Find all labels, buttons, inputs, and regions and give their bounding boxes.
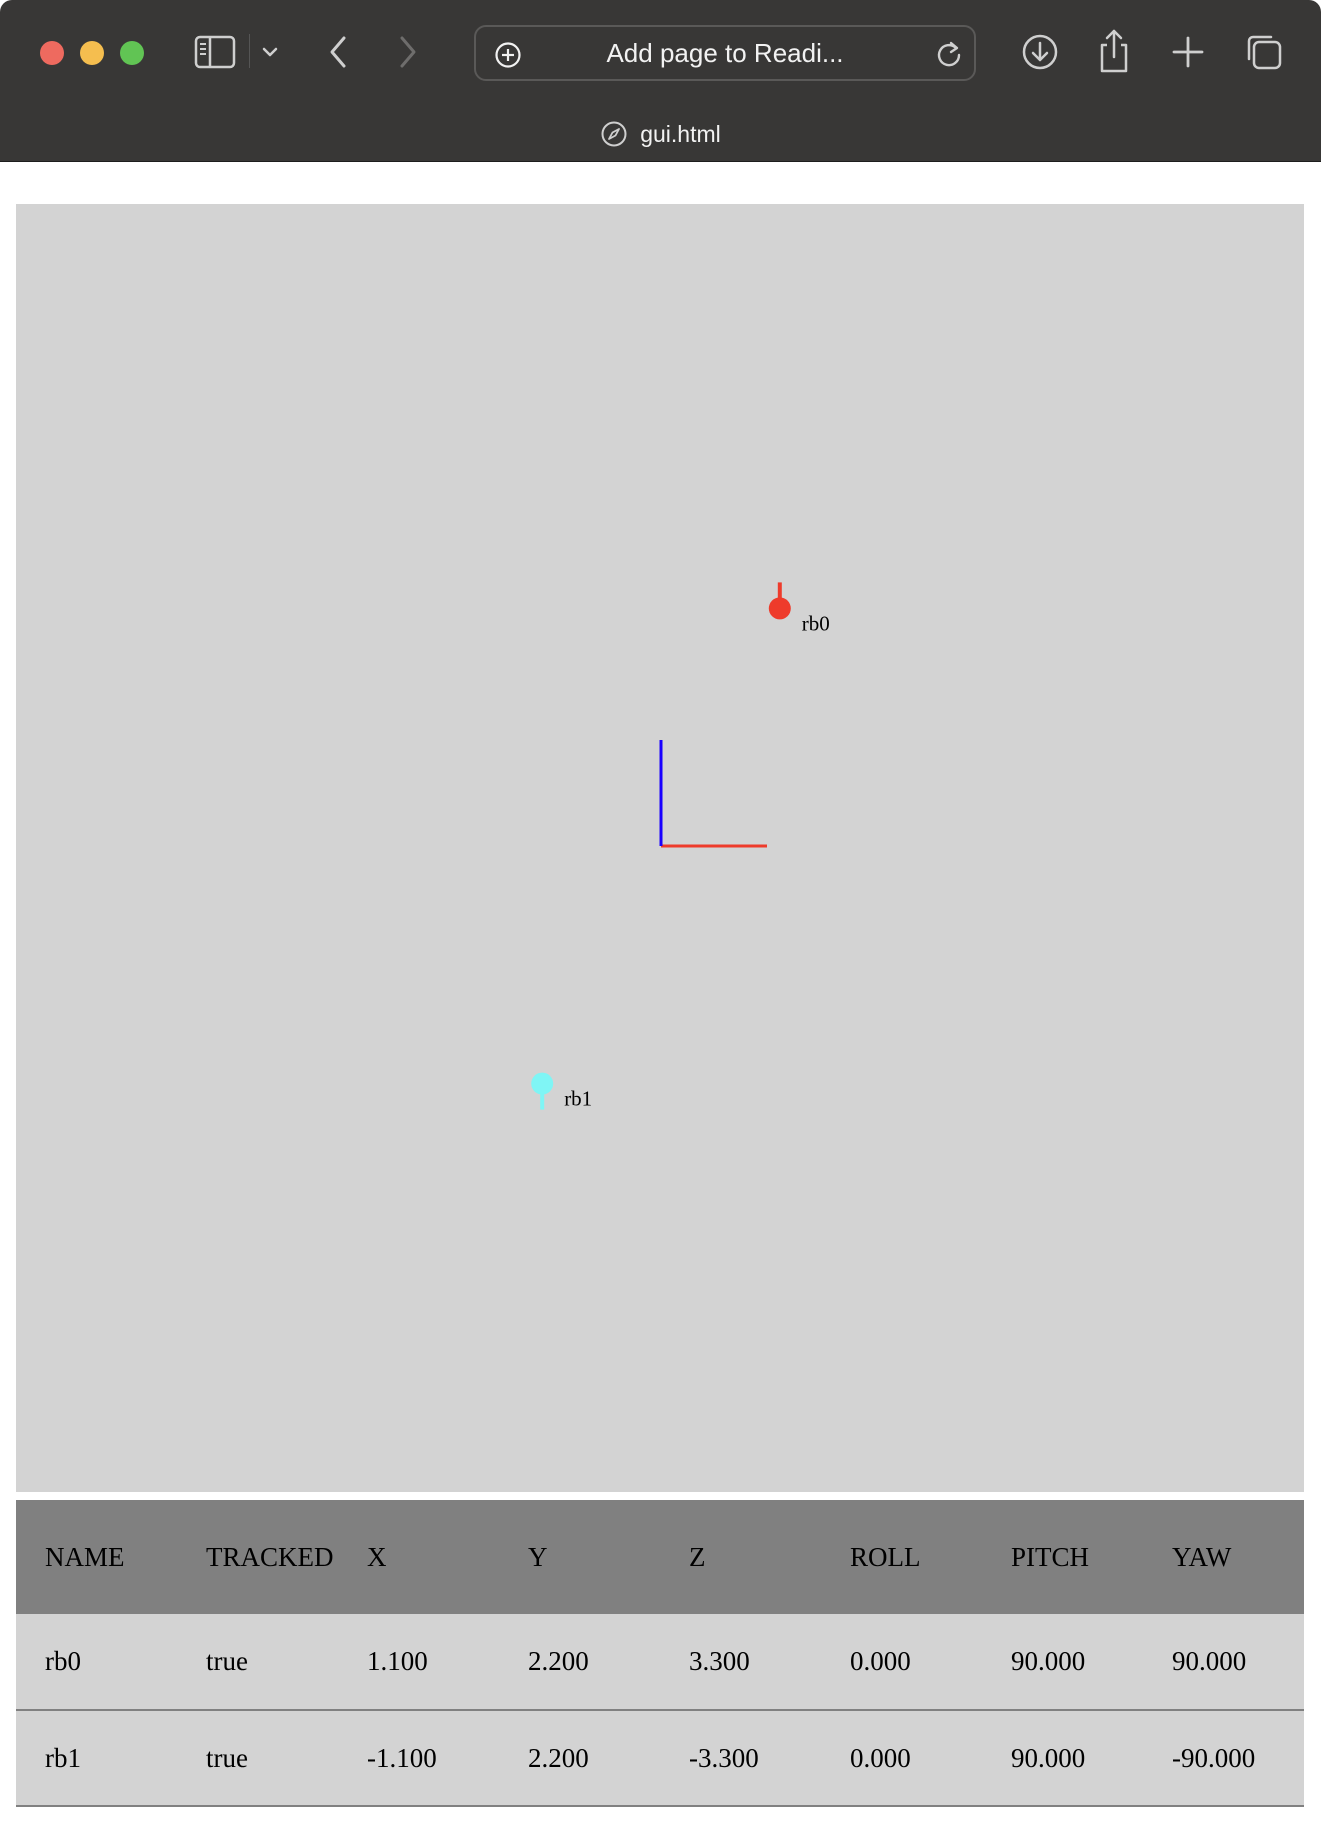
cell-pitch: 90.000 bbox=[1011, 1646, 1086, 1676]
column-header-y: Y bbox=[528, 1541, 548, 1572]
cell-y: 2.200 bbox=[528, 1646, 589, 1676]
scene-viewer[interactable]: rb0 rb1 bbox=[16, 204, 1304, 1492]
cell-x: 1.100 bbox=[367, 1646, 428, 1676]
column-header-pitch: PITCH bbox=[1011, 1541, 1090, 1572]
zoom-window-icon[interactable] bbox=[120, 41, 144, 65]
address-text[interactable]: Add page to Readi... bbox=[536, 27, 914, 79]
toolbar-divider bbox=[249, 34, 250, 68]
cell-y: 2.200 bbox=[528, 1742, 589, 1773]
rigid-body-marker-rb1[interactable]: rb1 bbox=[531, 1072, 592, 1111]
column-header-name: NAME bbox=[45, 1541, 125, 1572]
column-header-yaw: YAW bbox=[1172, 1541, 1232, 1572]
tab-title: gui.html bbox=[0, 114, 1321, 154]
tab-overview-icon[interactable] bbox=[1244, 32, 1284, 72]
rigid-body-label: rb1 bbox=[564, 1087, 592, 1111]
share-icon[interactable] bbox=[1094, 28, 1134, 74]
reload-icon[interactable] bbox=[934, 39, 964, 69]
sidebar-icon[interactable] bbox=[194, 34, 236, 70]
new-tab-plus-icon[interactable] bbox=[1168, 32, 1208, 72]
forward-arrow-icon[interactable] bbox=[392, 32, 424, 72]
cell-z: -3.300 bbox=[689, 1742, 759, 1773]
cell-z: 3.300 bbox=[689, 1646, 750, 1676]
cell-yaw: 90.000 bbox=[1172, 1646, 1247, 1676]
compass-icon bbox=[600, 120, 628, 148]
rigid-body-marker-rb0[interactable]: rb0 bbox=[768, 582, 830, 635]
cell-roll: 0.000 bbox=[850, 1646, 911, 1676]
tab-title-text: gui.html bbox=[640, 120, 721, 147]
rigid-body-label: rb0 bbox=[802, 611, 830, 635]
rigid-body-dot bbox=[768, 597, 791, 620]
rigid-body-dot bbox=[531, 1072, 554, 1095]
column-header-tracked: TRACKED bbox=[206, 1541, 334, 1572]
column-header-x: X bbox=[367, 1541, 387, 1572]
back-arrow-icon[interactable] bbox=[322, 32, 354, 72]
cell-tracked: true bbox=[206, 1646, 248, 1676]
table-row: rb1 true -1.100 2.200 -3.300 0.000 90.00… bbox=[16, 1710, 1304, 1806]
cell-name: rb1 bbox=[45, 1742, 81, 1773]
table-row: rb0 true 1.100 2.200 3.300 0.000 90.000 … bbox=[16, 1614, 1304, 1710]
cell-x: -1.100 bbox=[367, 1742, 437, 1773]
cell-tracked: true bbox=[206, 1742, 248, 1773]
cell-pitch: 90.000 bbox=[1011, 1742, 1086, 1773]
minimize-window-icon[interactable] bbox=[80, 41, 104, 65]
column-header-z: Z bbox=[689, 1541, 706, 1572]
scene-canvas[interactable]: rb0 rb1 bbox=[16, 204, 1304, 1492]
column-header-roll: ROLL bbox=[850, 1541, 921, 1572]
table-header-row: NAME TRACKED X Y Z ROLL PITCH YAW bbox=[16, 1500, 1304, 1614]
cell-roll: 0.000 bbox=[850, 1742, 911, 1773]
address-bar[interactable]: Add page to Readi... bbox=[474, 25, 976, 81]
chevron-down-icon[interactable] bbox=[258, 40, 282, 64]
browser-toolbar: Add page to Readi... gui.html bbox=[0, 0, 1321, 162]
rigid-body-table: NAME TRACKED X Y Z ROLL PITCH YAW rb0 tr… bbox=[16, 1500, 1304, 1807]
close-window-icon[interactable] bbox=[40, 41, 64, 65]
cell-yaw: -90.000 bbox=[1172, 1742, 1256, 1773]
download-icon[interactable] bbox=[1020, 32, 1060, 72]
add-circle-icon[interactable] bbox=[494, 41, 522, 69]
cell-name: rb0 bbox=[45, 1646, 81, 1676]
